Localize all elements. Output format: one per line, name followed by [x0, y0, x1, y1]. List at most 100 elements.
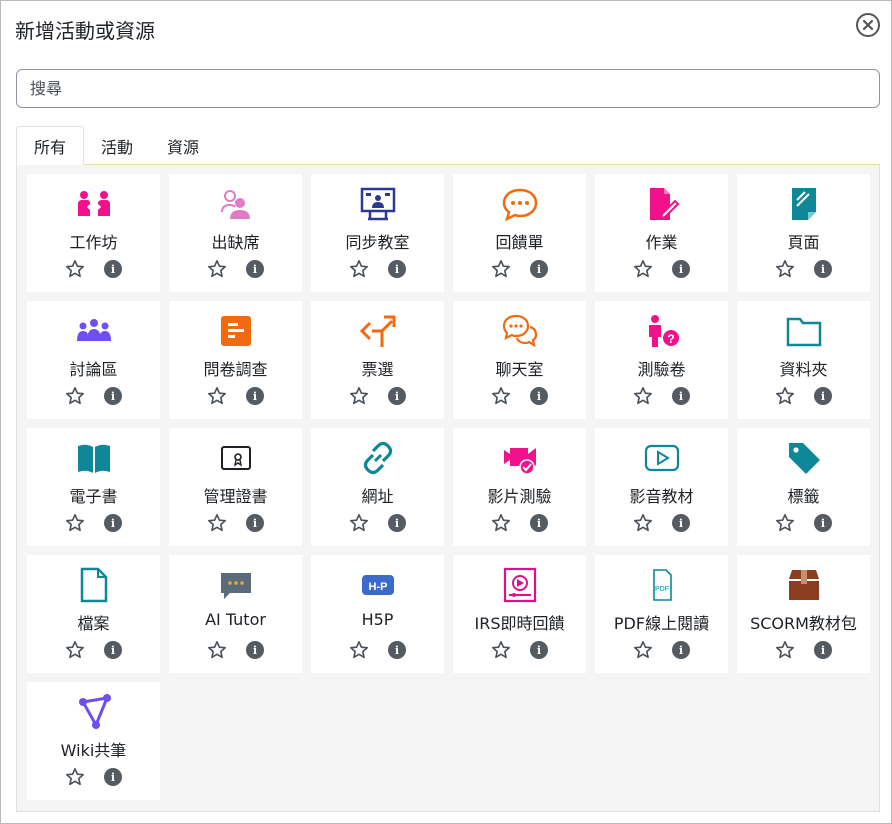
star-icon[interactable] [491, 513, 511, 533]
star-icon[interactable] [491, 259, 511, 279]
tab-resources[interactable]: 資源 [150, 126, 216, 165]
info-icon[interactable]: i [104, 514, 122, 532]
module-card[interactable]: 影片測驗 i [453, 428, 586, 546]
tab-all[interactable]: 所有 [16, 126, 85, 165]
ai-tutor-icon [169, 567, 302, 603]
search-input[interactable] [16, 69, 880, 108]
info-icon[interactable]: i [246, 641, 264, 659]
module-card[interactable]: 影音教材 i [595, 428, 728, 546]
module-card[interactable]: 檔案 i [27, 555, 160, 673]
star-icon[interactable] [65, 259, 85, 279]
star-icon[interactable] [349, 259, 369, 279]
star-icon[interactable] [633, 386, 653, 406]
star-icon[interactable] [65, 513, 85, 533]
module-card[interactable]: 標籤 i [737, 428, 870, 546]
module-card[interactable]: 網址 i [311, 428, 444, 546]
tab-panel: 工作坊 i 出缺席 i 同步教室 i 回饋單 i 作業 i 頁面 i 討論區 i 問卷調查 i 票選 i 聊天室 i?… [16, 164, 880, 812]
module-card[interactable]: 票選 i [311, 301, 444, 419]
star-icon[interactable] [775, 513, 795, 533]
module-card[interactable]: 討論區 i [27, 301, 160, 419]
module-card[interactable]: H-P H5P i [311, 555, 444, 673]
info-icon[interactable]: i [246, 387, 264, 405]
module-card[interactable]: PDF PDF線上閱讀 i [595, 555, 728, 673]
module-card[interactable]: 管理證書 i [169, 428, 302, 546]
star-icon[interactable] [775, 259, 795, 279]
module-card[interactable]: Wiki共筆 i [27, 682, 160, 800]
module-card[interactable]: 頁面 i [737, 174, 870, 292]
info-icon[interactable]: i [814, 641, 832, 659]
module-card[interactable]: 作業 i [595, 174, 728, 292]
module-label: 票選 [361, 360, 394, 379]
star-icon[interactable] [207, 259, 227, 279]
star-icon[interactable] [491, 640, 511, 660]
info-icon[interactable]: i [246, 514, 264, 532]
feedback-icon [453, 186, 586, 222]
info-icon[interactable]: i [672, 260, 690, 278]
module-card[interactable]: AI Tutor i [169, 555, 302, 673]
star-icon[interactable] [633, 640, 653, 660]
info-icon[interactable]: i [104, 641, 122, 659]
info-icon[interactable]: i [814, 260, 832, 278]
star-icon[interactable] [775, 386, 795, 406]
close-icon[interactable] [856, 13, 880, 37]
info-icon[interactable]: i [388, 641, 406, 659]
assignment-icon [595, 186, 728, 222]
info-icon[interactable]: i [246, 260, 264, 278]
info-icon[interactable]: i [104, 260, 122, 278]
star-icon[interactable] [491, 386, 511, 406]
workshop-icon [27, 186, 160, 222]
info-icon[interactable]: i [388, 514, 406, 532]
info-icon[interactable]: i [672, 514, 690, 532]
module-card[interactable]: ? 測驗卷 i [595, 301, 728, 419]
star-icon[interactable] [349, 640, 369, 660]
star-icon[interactable] [207, 386, 227, 406]
module-card[interactable]: 同步教室 i [311, 174, 444, 292]
star-icon[interactable] [65, 640, 85, 660]
module-card[interactable]: 工作坊 i [27, 174, 160, 292]
module-label: AI Tutor [205, 610, 266, 629]
tab-activities[interactable]: 活動 [84, 126, 150, 165]
page-icon [737, 186, 870, 222]
star-icon[interactable] [633, 259, 653, 279]
info-icon[interactable]: i [530, 514, 548, 532]
star-icon[interactable] [775, 640, 795, 660]
info-icon[interactable]: i [530, 641, 548, 659]
choice-icon [311, 313, 444, 349]
module-card[interactable]: IRS即時回饋 i [453, 555, 586, 673]
info-icon[interactable]: i [104, 768, 122, 786]
module-card[interactable]: 回饋單 i [453, 174, 586, 292]
module-card[interactable]: 聊天室 i [453, 301, 586, 419]
module-label: 同步教室 [345, 233, 410, 252]
module-card[interactable]: 資料夾 i [737, 301, 870, 419]
module-label: 電子書 [69, 487, 118, 506]
info-icon[interactable]: i [672, 641, 690, 659]
module-card[interactable]: 出缺席 i [169, 174, 302, 292]
info-icon[interactable]: i [388, 260, 406, 278]
video-icon [595, 440, 728, 476]
info-icon[interactable]: i [530, 387, 548, 405]
module-card[interactable]: 問卷調查 i [169, 301, 302, 419]
info-icon[interactable]: i [104, 387, 122, 405]
tag-icon [737, 440, 870, 476]
info-icon[interactable]: i [672, 387, 690, 405]
star-icon[interactable] [349, 386, 369, 406]
info-icon[interactable]: i [530, 260, 548, 278]
module-card[interactable]: 電子書 i [27, 428, 160, 546]
survey-icon [169, 313, 302, 349]
info-icon[interactable]: i [388, 387, 406, 405]
star-icon[interactable] [207, 513, 227, 533]
star-icon[interactable] [65, 386, 85, 406]
star-icon[interactable] [207, 640, 227, 660]
module-label: 網址 [361, 487, 394, 506]
chat-icon [453, 313, 586, 349]
star-icon[interactable] [349, 513, 369, 533]
tab-list: 所有 活動 資源 [16, 126, 216, 165]
module-label: 資料夾 [779, 360, 828, 379]
forum-icon [27, 313, 160, 349]
star-icon[interactable] [65, 767, 85, 787]
info-icon[interactable]: i [814, 514, 832, 532]
star-icon[interactable] [633, 513, 653, 533]
info-icon[interactable]: i [814, 387, 832, 405]
module-card[interactable]: SCORM教材包 i [737, 555, 870, 673]
module-label: 測驗卷 [637, 360, 686, 379]
